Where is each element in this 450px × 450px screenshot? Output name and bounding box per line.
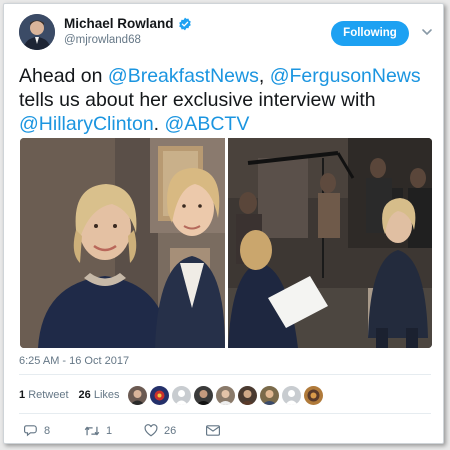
like-count: 26 — [164, 424, 177, 437]
retweet-stat-count: 1 — [19, 389, 26, 401]
liker-avatar[interactable] — [238, 386, 257, 405]
chevron-down-icon[interactable] — [421, 27, 433, 37]
retweet-button[interactable]: 1 — [84, 425, 144, 437]
mention-link-fergusonnews[interactable]: @FergusonNews — [270, 65, 421, 87]
media-photo-1[interactable] — [20, 138, 225, 348]
likes-stat[interactable]: 26 Likes — [79, 389, 120, 401]
likes-stat-label: Likes — [93, 389, 120, 401]
liker-avatar[interactable] — [128, 386, 147, 405]
liker-avatar[interactable] — [216, 386, 235, 405]
retweet-icon — [84, 426, 100, 435]
tweet-text-segment: , — [258, 65, 270, 87]
tweet-timestamp[interactable]: 6:25 AM - 16 Oct 2017 — [19, 355, 129, 367]
tweet-text-segment: tells us about her exclusive interview w… — [19, 89, 376, 111]
following-button[interactable]: Following — [331, 21, 409, 46]
liker-avatar[interactable] — [150, 386, 169, 405]
tweet-card: Michael Rowland @mjrowland68 Following A… — [3, 3, 444, 444]
direct-message-icon — [206, 425, 220, 436]
verified-badge-icon — [178, 17, 191, 30]
liker-avatar[interactable] — [282, 386, 301, 405]
reply-icon — [24, 425, 37, 437]
mention-link-abctv[interactable]: @ABCTV — [165, 113, 250, 135]
tweet-text-segment: Ahead on — [19, 65, 108, 87]
retweet-stat-label: Retweet — [28, 389, 69, 401]
divider — [19, 374, 431, 375]
liker-avatars — [128, 386, 323, 405]
liker-avatar[interactable] — [194, 386, 213, 405]
reply-count: 8 — [44, 424, 51, 437]
divider — [19, 413, 431, 414]
direct-message-button[interactable] — [206, 425, 220, 436]
like-icon — [144, 424, 158, 437]
author-name-text[interactable]: Michael Rowland — [64, 16, 174, 31]
author-avatar[interactable] — [19, 14, 55, 50]
liker-avatar[interactable] — [260, 386, 279, 405]
likes-stat-count: 26 — [78, 389, 91, 401]
media-photo-2[interactable] — [228, 138, 432, 348]
tweet-text: Ahead on @BreakfastNews, @FergusonNews t… — [19, 64, 439, 136]
like-button[interactable]: 26 — [144, 424, 206, 437]
retweet-count: 1 — [106, 424, 113, 437]
tweet-stats: 1 Retweet 26 Likes — [19, 389, 120, 401]
retweet-stat[interactable]: 1 Retweet — [19, 389, 69, 401]
liker-avatar[interactable] — [304, 386, 323, 405]
mention-link-hillaryclinton[interactable]: @HillaryClinton — [19, 113, 154, 135]
tweet-actions: 8 1 26 — [24, 424, 220, 437]
liker-avatar[interactable] — [172, 386, 191, 405]
author-handle[interactable]: @mjrowland68 — [64, 34, 141, 46]
tweet-media — [20, 138, 432, 348]
mention-link-breakfastnews[interactable]: @BreakfastNews — [108, 65, 259, 87]
reply-button[interactable]: 8 — [24, 424, 84, 437]
author-name[interactable]: Michael Rowland — [64, 16, 192, 31]
tweet-text-segment: . — [153, 113, 165, 135]
